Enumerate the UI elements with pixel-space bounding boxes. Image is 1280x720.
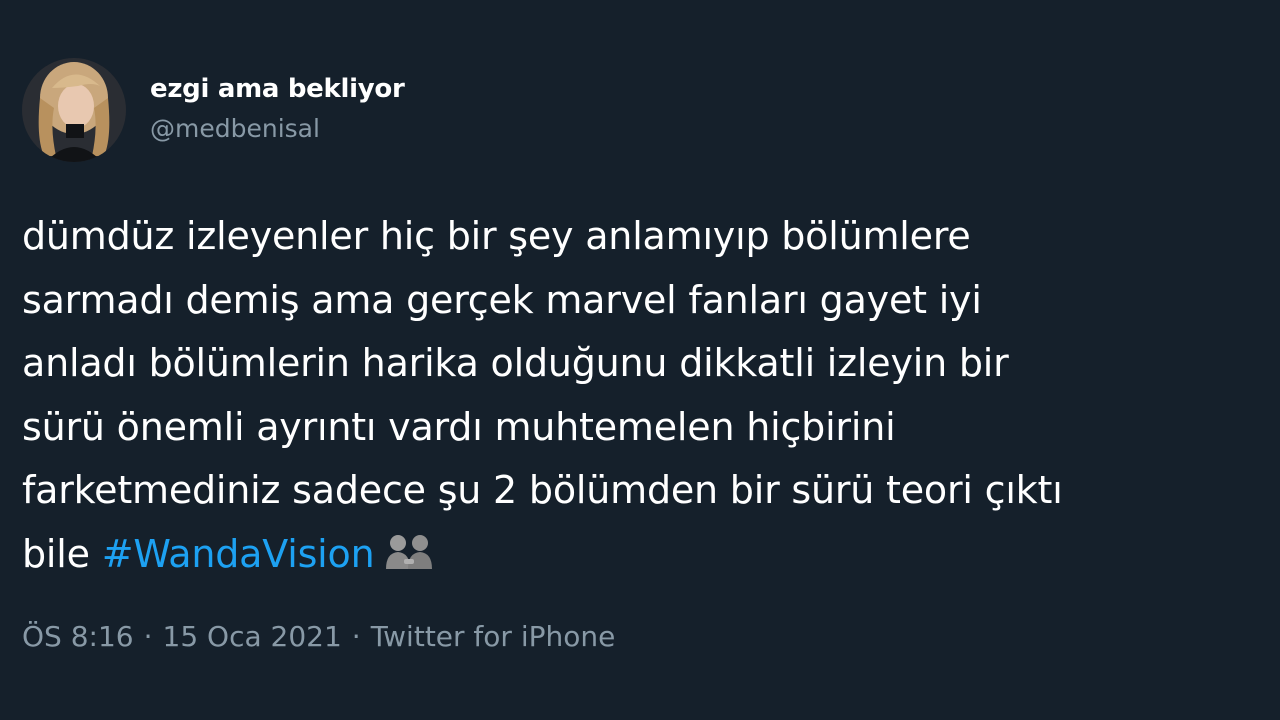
tweet-text: dümdüz izleyenler hiç bir şey anlamıyıp …: [22, 205, 1252, 586]
profile-photo-icon: [22, 58, 126, 162]
two-men-holding-hands-emoji-icon: [380, 527, 438, 569]
separator: ·: [143, 620, 153, 653]
tweet-line: anladı bölümlerin harika olduğunu dikkat…: [22, 341, 1009, 385]
tweet-source[interactable]: Twitter for iPhone: [371, 620, 616, 653]
tweet-meta: ÖS 8:16 · 15 Oca 2021 · Twitter for iPhone: [22, 620, 615, 653]
tweet-line: sarmadı demiş ama gerçek marvel fanları …: [22, 277, 982, 322]
tweet-time[interactable]: ÖS 8:16: [22, 620, 134, 653]
tweet-date[interactable]: 15 Oca 2021: [163, 620, 342, 653]
tweet-line: dümdüz izleyenler hiç bir şey anlamıyıp …: [22, 214, 971, 258]
tweet-text-prefix: bile: [22, 531, 102, 576]
tweet-line-last: bile #WandaVision: [22, 523, 1252, 587]
display-name[interactable]: ezgi ama bekliyor: [150, 74, 405, 104]
tweet-line: farketmediniz sadece şu 2 bölümden bir s…: [22, 468, 1063, 512]
hashtag-link[interactable]: #WandaVision: [102, 532, 375, 576]
tweet-line: sürü önemli ayrıntı vardı muhtemelen hiç…: [22, 404, 896, 449]
avatar[interactable]: [22, 58, 126, 162]
separator: ·: [351, 620, 361, 653]
tweet-card: ezgi ama bekliyor @medbenisal dümdüz izl…: [0, 0, 1280, 720]
user-handle[interactable]: @medbenisal: [150, 114, 320, 143]
